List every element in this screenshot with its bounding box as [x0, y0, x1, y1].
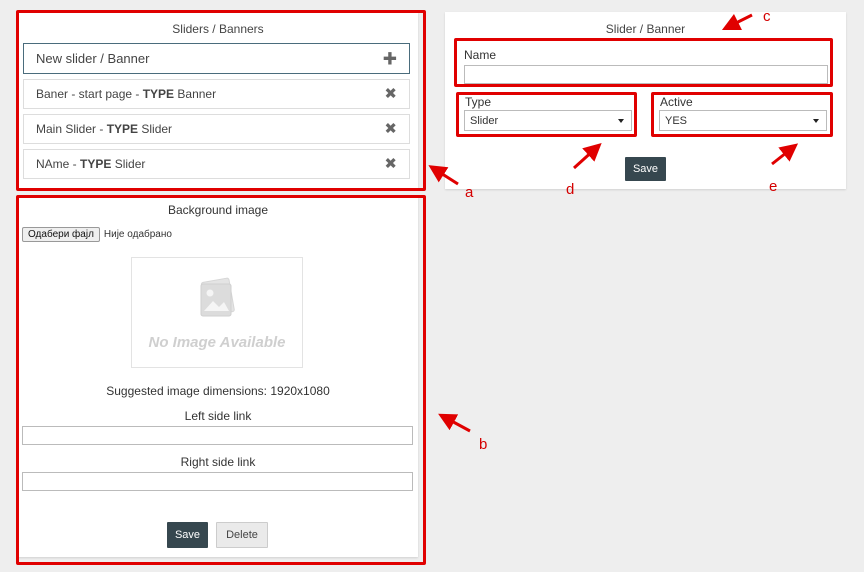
annotation-label-e: e: [769, 178, 778, 195]
annotation-label-a: a: [465, 184, 474, 201]
arrow-c: [721, 13, 753, 31]
annotation-arrow-a: [428, 13, 799, 433]
arrow-d: [572, 142, 602, 170]
annotation-label-b: b: [479, 436, 488, 453]
annotation-label-c: c: [763, 8, 771, 25]
arrow-a: [428, 165, 459, 186]
arrow-b: [438, 413, 471, 433]
annotation-label-d: d: [566, 181, 575, 198]
arrow-e: [771, 143, 799, 166]
